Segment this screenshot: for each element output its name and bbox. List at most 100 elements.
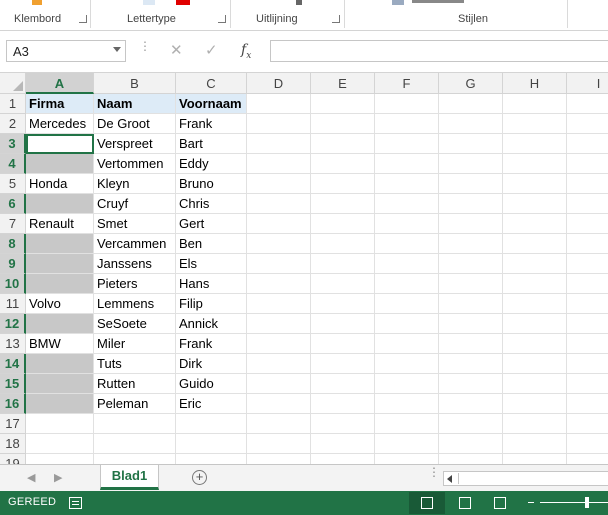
cell-i5[interactable] bbox=[567, 174, 608, 194]
zoom-out-icon[interactable] bbox=[528, 502, 534, 503]
cell-e1[interactable] bbox=[311, 94, 375, 114]
cell-b3[interactable]: Verspreet bbox=[94, 134, 176, 154]
cell-c11[interactable]: Filip bbox=[176, 294, 247, 314]
cell-c12[interactable]: Annick bbox=[176, 314, 247, 334]
cell-b13[interactable]: Miler bbox=[94, 334, 176, 354]
cell-e3[interactable] bbox=[311, 134, 375, 154]
cell-h13[interactable] bbox=[503, 334, 567, 354]
cell-h3[interactable] bbox=[503, 134, 567, 154]
ribbon-icon-cell-styles[interactable] bbox=[392, 0, 404, 5]
cell-c9[interactable]: Els bbox=[176, 254, 247, 274]
cell-d15[interactable] bbox=[247, 374, 311, 394]
cell-h9[interactable] bbox=[503, 254, 567, 274]
scrollbar-thumb[interactable] bbox=[458, 473, 608, 484]
cell-a8[interactable] bbox=[26, 234, 94, 254]
cell-a9[interactable] bbox=[26, 254, 94, 274]
page-layout-view-button[interactable] bbox=[447, 492, 483, 514]
cell-a11[interactable]: Volvo bbox=[26, 294, 94, 314]
cell-a5[interactable]: Honda bbox=[26, 174, 94, 194]
cell-e12[interactable] bbox=[311, 314, 375, 334]
cell-a16[interactable] bbox=[26, 394, 94, 414]
cell-c10[interactable]: Hans bbox=[176, 274, 247, 294]
cell-d18[interactable] bbox=[247, 434, 311, 454]
cell-g11[interactable] bbox=[439, 294, 503, 314]
chevron-down-icon[interactable] bbox=[113, 47, 121, 52]
column-header-g[interactable]: G bbox=[439, 73, 503, 94]
cell-i19[interactable] bbox=[567, 454, 608, 464]
cell-a6[interactable] bbox=[26, 194, 94, 214]
cell-a4[interactable] bbox=[26, 154, 94, 174]
cell-f15[interactable] bbox=[375, 374, 439, 394]
cell-c15[interactable]: Guido bbox=[176, 374, 247, 394]
cell-d13[interactable] bbox=[247, 334, 311, 354]
cell-a1[interactable]: Firma bbox=[26, 94, 94, 114]
cell-i10[interactable] bbox=[567, 274, 608, 294]
cell-f17[interactable] bbox=[375, 414, 439, 434]
cell-h18[interactable] bbox=[503, 434, 567, 454]
cell-c2[interactable]: Frank bbox=[176, 114, 247, 134]
cell-e13[interactable] bbox=[311, 334, 375, 354]
cell-g4[interactable] bbox=[439, 154, 503, 174]
cell-h12[interactable] bbox=[503, 314, 567, 334]
column-header-a[interactable]: A bbox=[26, 73, 94, 94]
cell-h19[interactable] bbox=[503, 454, 567, 464]
cell-e6[interactable] bbox=[311, 194, 375, 214]
cell-h6[interactable] bbox=[503, 194, 567, 214]
cell-a10[interactable] bbox=[26, 274, 94, 294]
cell-g10[interactable] bbox=[439, 274, 503, 294]
cell-d5[interactable] bbox=[247, 174, 311, 194]
row-header[interactable]: 2 bbox=[0, 114, 26, 134]
cell-f4[interactable] bbox=[375, 154, 439, 174]
row-header[interactable]: 13 bbox=[0, 334, 26, 354]
cell-g5[interactable] bbox=[439, 174, 503, 194]
select-all-button[interactable] bbox=[0, 73, 26, 94]
cell-b5[interactable]: Kleyn bbox=[94, 174, 176, 194]
cell-e9[interactable] bbox=[311, 254, 375, 274]
add-sheet-icon[interactable]: + bbox=[192, 470, 207, 485]
row-header[interactable]: 4 bbox=[0, 154, 26, 174]
cell-d16[interactable] bbox=[247, 394, 311, 414]
cell-f1[interactable] bbox=[375, 94, 439, 114]
cell-i9[interactable] bbox=[567, 254, 608, 274]
row-header[interactable]: 9 bbox=[0, 254, 26, 274]
cell-d17[interactable] bbox=[247, 414, 311, 434]
column-header-f[interactable]: F bbox=[375, 73, 439, 94]
cell-e8[interactable] bbox=[311, 234, 375, 254]
cell-f12[interactable] bbox=[375, 314, 439, 334]
cell-a2[interactable]: Mercedes bbox=[26, 114, 94, 134]
font-launcher-icon[interactable] bbox=[218, 15, 226, 23]
row-header[interactable]: 15 bbox=[0, 374, 26, 394]
cancel-icon[interactable]: ✕ bbox=[170, 41, 183, 59]
cell-h15[interactable] bbox=[503, 374, 567, 394]
cell-b15[interactable]: Rutten bbox=[94, 374, 176, 394]
cell-i12[interactable] bbox=[567, 314, 608, 334]
cell-c3[interactable]: Bart bbox=[176, 134, 247, 154]
cell-g6[interactable] bbox=[439, 194, 503, 214]
tab-split-grip-icon[interactable]: ⋮ bbox=[428, 466, 440, 478]
cell-h14[interactable] bbox=[503, 354, 567, 374]
cell-g1[interactable] bbox=[439, 94, 503, 114]
cell-g7[interactable] bbox=[439, 214, 503, 234]
alignment-launcher-icon[interactable] bbox=[332, 15, 340, 23]
cell-c16[interactable]: Eric bbox=[176, 394, 247, 414]
sheet-tab[interactable]: Blad1 bbox=[100, 465, 159, 490]
worksheet-grid[interactable]: A B C D E F G H I 1 Firma Naam Voornaam 2 Mercedes De G… bbox=[0, 73, 608, 464]
cell-f13[interactable] bbox=[375, 334, 439, 354]
cell-e2[interactable] bbox=[311, 114, 375, 134]
enter-check-icon[interactable]: ✓ bbox=[205, 41, 218, 59]
row-header[interactable]: 19 bbox=[0, 454, 26, 464]
cell-a14[interactable] bbox=[26, 354, 94, 374]
cell-g14[interactable] bbox=[439, 354, 503, 374]
cell-c14[interactable]: Dirk bbox=[176, 354, 247, 374]
cell-d9[interactable] bbox=[247, 254, 311, 274]
cell-b7[interactable]: Smet bbox=[94, 214, 176, 234]
cell-e14[interactable] bbox=[311, 354, 375, 374]
zoom-slider[interactable] bbox=[540, 502, 608, 503]
cell-a18[interactable] bbox=[26, 434, 94, 454]
clipboard-launcher-icon[interactable] bbox=[79, 15, 87, 23]
cell-a17[interactable] bbox=[26, 414, 94, 434]
cell-a3[interactable] bbox=[26, 134, 94, 154]
page-break-view-button[interactable] bbox=[482, 492, 518, 514]
cell-i8[interactable] bbox=[567, 234, 608, 254]
cell-i14[interactable] bbox=[567, 354, 608, 374]
